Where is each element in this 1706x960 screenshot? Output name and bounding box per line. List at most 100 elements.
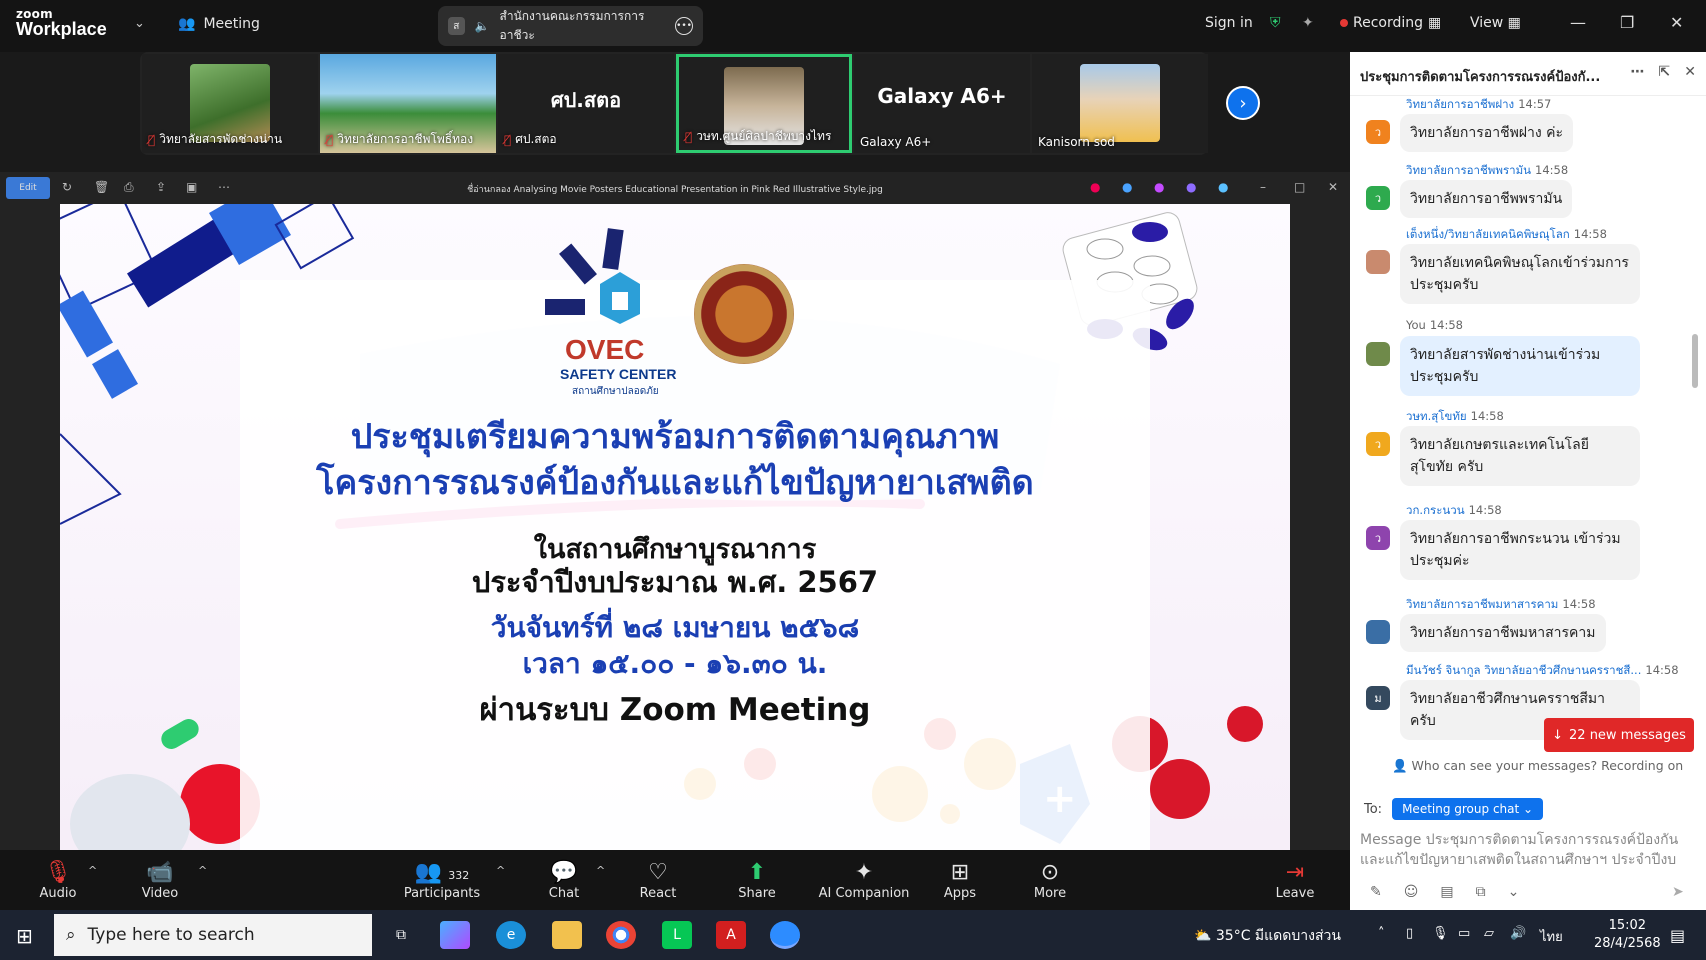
edge-icon[interactable]: e (496, 921, 526, 949)
chat-message[interactable]: You 14:58 วิทยาลัยสารพัดช่างน่านเข้าร่วมปร… (1350, 318, 1690, 400)
video-button[interactable]: 📹 Video (120, 860, 200, 901)
network-icon[interactable]: ▱ (1484, 926, 1494, 941)
more-options-icon[interactable]: ••• (675, 17, 693, 35)
new-messages-button[interactable]: ↓ 22 new messages (1544, 718, 1694, 752)
close-icon[interactable]: ✕ (1670, 13, 1683, 32)
input-language[interactable]: ไทย (1540, 926, 1563, 947)
viewer-maximize-icon[interactable]: □ (1294, 180, 1305, 194)
share-button[interactable]: ⬆ Share (717, 860, 797, 901)
sender-avatar[interactable]: ว (1366, 526, 1390, 550)
meeting-menu[interactable]: 👥 Meeting (178, 16, 260, 32)
audio-caret-icon[interactable]: ^ (88, 864, 97, 877)
chat-message[interactable]: วิทยาลัยการอาชีพฝาง 14:57 ว วิทยาลัยการอาชี… (1350, 96, 1690, 156)
apps-button[interactable]: ⊞ Apps (920, 860, 1000, 901)
participant-tile[interactable]: Kanisorn sod (1032, 54, 1208, 153)
chat-message[interactable]: วก.กระนวน 14:58 ว วิทยาลัยการอาชีพกระนวน เข… (1350, 502, 1690, 584)
chevron-down-icon[interactable]: ⌄ (1508, 884, 1520, 900)
sender-avatar[interactable] (1366, 620, 1390, 644)
chrome-icon[interactable] (606, 921, 636, 949)
message-sender[interactable]: วิทยาลัยการอาชีพพรามัน 14:58 (1406, 162, 1568, 180)
speaker-icon[interactable]: 🔈 (475, 19, 490, 33)
send-icon[interactable]: ➤ (1672, 884, 1684, 900)
line-app-icon[interactable]: L (662, 921, 692, 949)
share-indicator-pill[interactable]: ส 🔈 สำนักงานคณะกรรมการการอาชีวะ ••• (438, 6, 703, 46)
chat-message[interactable]: วิทยาลัยการอาชีพมหาสารคาม 14:58 วิทยาลัยกา… (1350, 596, 1690, 656)
close-icon[interactable]: ✕ (1684, 64, 1696, 80)
more-button[interactable]: ⊙ More (1010, 860, 1090, 901)
recording-indicator[interactable]: Recording (1340, 15, 1423, 31)
app-icon-3[interactable]: ● (1154, 180, 1164, 194)
shield-icon[interactable]: ⛨ (1270, 15, 1281, 31)
react-button[interactable]: ♡ React (618, 860, 698, 901)
chevron-down-icon[interactable]: ⌄ (134, 16, 145, 31)
ai-companion-button[interactable]: ✦ AI Companion (814, 860, 914, 901)
video-caret-icon[interactable]: ^ (198, 864, 207, 877)
participant-tile[interactable]: 🎙̸ วิทยาลัยสารพัดช่างน่าน (142, 54, 318, 153)
tray-chevron-icon[interactable]: ˄ (1378, 926, 1385, 941)
acrobat-icon[interactable]: A (716, 921, 746, 949)
view-button[interactable]: View ▦ (1470, 15, 1521, 31)
viewer-minimize-icon[interactable]: – (1260, 180, 1266, 194)
leave-button[interactable]: ⇥ Leave (1255, 860, 1335, 901)
pop-out-icon[interactable]: ⇱ (1659, 64, 1671, 80)
app-icon-4[interactable]: ● (1186, 180, 1196, 194)
zoom-taskbar-icon[interactable] (770, 921, 800, 949)
windows-start-icon[interactable]: ⊞ (16, 924, 33, 948)
sender-avatar[interactable]: ว (1366, 432, 1390, 456)
participant-tile[interactable]: Galaxy A6+ Galaxy A6+ (854, 54, 1030, 153)
weather-widget[interactable]: ⛅ 35°C มีแดดบางส่วน (1194, 925, 1341, 947)
copilot-icon[interactable] (440, 921, 470, 949)
sender-avatar[interactable]: ว (1366, 120, 1390, 144)
message-sender[interactable]: วิทยาลัยการอาชีพมหาสารคาม 14:58 (1406, 596, 1596, 614)
app-icon-1[interactable]: ● (1090, 180, 1100, 194)
next-page-arrow-icon[interactable]: › (1226, 86, 1260, 120)
sender-avatar[interactable]: ว (1366, 186, 1390, 210)
app-icon-5[interactable]: ● (1218, 180, 1228, 194)
recipient-dropdown[interactable]: Meeting group chat ⌄ (1392, 798, 1544, 820)
chat-scrollbar[interactable] (1692, 334, 1698, 388)
message-input[interactable]: Message ประชุมการติดตามโครงการรณรงค์ป้อง… (1360, 830, 1690, 870)
chat-message[interactable]: วิทยาลัยการอาชีพพรามัน 14:58 ววิทยาลัยการอ… (1350, 162, 1690, 222)
chat-message[interactable]: วษท.สุโขทัย 14:58 ว วิทยาลัยเกษตรและเทคโนโล… (1350, 408, 1690, 490)
who-can-see-link[interactable]: 👤 Who can see your messages? Recording o… (1392, 758, 1683, 774)
chat-message-list[interactable]: วิทยาลัยการอาชีพฝาง 14:57 ววิทยาลัยการอาชี… (1350, 96, 1706, 810)
chat-caret-icon[interactable]: ^ (596, 864, 605, 877)
zoom-logo[interactable]: zoom Workplace (16, 8, 107, 38)
sparkle-icon[interactable]: ✦ (1302, 15, 1314, 31)
message-sender[interactable]: มีนวัชร์ จินากูล วิทยาลัยอาชีวศึกษานครรา… (1406, 662, 1679, 680)
screenshot-icon[interactable]: ⧉ (1476, 884, 1486, 900)
notification-icon[interactable]: ▤ (1670, 926, 1685, 945)
app-icon-2[interactable]: ● (1122, 180, 1132, 194)
chat-message[interactable]: เต็งหนึ่ง/วิทยาลัยเทคนิคพิษณุโลก 14:58 วิท… (1350, 226, 1690, 308)
emoji-icon[interactable]: ☺ (1404, 884, 1419, 900)
participants-button[interactable]: 👥 332 Participants (400, 860, 484, 901)
minimize-icon[interactable]: — (1570, 13, 1586, 32)
format-icon[interactable]: ✎ (1370, 884, 1382, 900)
viewer-close-icon[interactable]: ✕ (1328, 180, 1338, 194)
participant-tile-active-speaker[interactable]: 🎙̸ วษท.ศูนย์ศิลปาชีพบางไทร (676, 54, 852, 153)
device-icon[interactable]: ▯ (1406, 926, 1413, 941)
message-sender[interactable]: You 14:58 (1406, 318, 1463, 332)
participants-caret-icon[interactable]: ^ (496, 864, 505, 877)
restore-icon[interactable]: ❐ (1620, 13, 1634, 32)
message-sender[interactable]: เต็งหนึ่ง/วิทยาลัยเทคนิคพิษณุโลก 14:58 (1406, 226, 1607, 244)
battery-icon[interactable]: ▭ (1458, 926, 1470, 941)
clock[interactable]: 15:02 28/4/2568 (1594, 917, 1661, 953)
mic-tray-icon[interactable]: 🎙 (1432, 926, 1449, 941)
message-sender[interactable]: วษท.สุโขทัย 14:58 (1406, 408, 1504, 426)
sender-avatar[interactable] (1366, 250, 1390, 274)
audio-button[interactable]: 🎙 Audio (18, 860, 98, 901)
sender-avatar[interactable] (1366, 342, 1390, 366)
task-view-icon[interactable]: ⧉ (386, 921, 416, 949)
sign-in-button[interactable]: Sign in (1205, 15, 1253, 31)
message-sender[interactable]: วก.กระนวน 14:58 (1406, 502, 1502, 520)
file-icon[interactable]: ▤ (1440, 884, 1453, 900)
file-explorer-icon[interactable] (552, 921, 582, 949)
sender-avatar[interactable]: ม (1366, 686, 1390, 710)
participant-tile[interactable]: 🎙̸ วิทยาลัยการอาชีพโพธิ์ทอง (320, 54, 496, 153)
participant-tile[interactable]: ศป.สตอ 🎙̸ ศป.สตอ (498, 54, 674, 153)
taskbar-search[interactable]: ⌕ Type here to search (54, 914, 372, 956)
grid-icon[interactable]: ▦ (1428, 15, 1441, 31)
volume-icon[interactable]: 🔊 (1510, 926, 1526, 941)
more-icon[interactable]: ⋯ (1631, 64, 1645, 80)
